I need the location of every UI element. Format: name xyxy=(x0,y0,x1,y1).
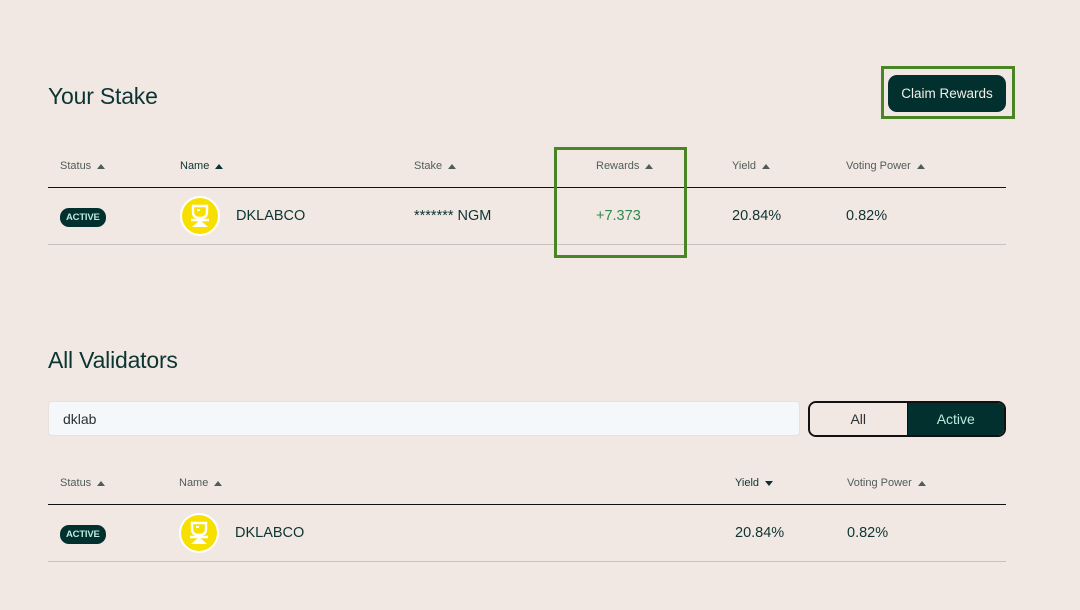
column-label: Name xyxy=(179,477,209,489)
column-label: Status xyxy=(60,160,92,172)
validator-avatar xyxy=(180,196,220,236)
column-header-yield[interactable]: Yield xyxy=(735,477,774,489)
validators-table: Status Name Yield Voting Power ACTIVE DK… xyxy=(48,465,1006,562)
sort-desc-icon xyxy=(765,480,774,486)
filter-all-button[interactable]: All xyxy=(810,403,908,435)
sort-asc-icon xyxy=(214,480,223,486)
validator-logo-icon xyxy=(191,204,209,227)
column-label: Yield xyxy=(732,160,757,172)
stake-table-header: Status Name Stake Rewards Yield Voting P… xyxy=(48,148,1006,188)
status-badge: ACTIVE xyxy=(60,525,106,544)
column-header-yield[interactable]: Yield xyxy=(732,160,771,172)
column-header-status[interactable]: Status xyxy=(60,160,106,172)
sort-asc-icon xyxy=(448,163,457,169)
sort-asc-icon xyxy=(917,480,926,486)
column-label: Yield xyxy=(735,477,760,489)
column-header-voting-power[interactable]: Voting Power xyxy=(847,477,926,489)
sort-asc-icon xyxy=(916,163,925,169)
your-stake-title: Your Stake xyxy=(48,83,158,109)
yield-value: 20.84% xyxy=(732,208,782,224)
validator-name: DKLABCO xyxy=(235,525,305,541)
column-header-stake[interactable]: Stake xyxy=(414,160,457,172)
column-label: Name xyxy=(180,160,210,172)
column-label: Rewards xyxy=(596,160,640,172)
validator-avatar xyxy=(179,513,219,553)
sort-asc-icon xyxy=(762,163,771,169)
table-row[interactable]: ACTIVE DKLABCO 20.84% 0.82% xyxy=(48,505,1006,562)
column-label: Stake xyxy=(414,160,443,172)
validator-logo-icon xyxy=(190,521,208,544)
column-header-status[interactable]: Status xyxy=(60,477,106,489)
column-label: Status xyxy=(60,477,92,489)
status-badge: ACTIVE xyxy=(60,208,106,227)
column-header-rewards[interactable]: Rewards xyxy=(596,160,654,172)
stake-amount: ******* NGM xyxy=(414,208,492,224)
validator-name-cell[interactable]: DKLABCO xyxy=(179,513,304,553)
table-row[interactable]: ACTIVE DKLABCO ******* NGM +7.373 20.84%… xyxy=(48,188,1006,245)
column-header-name[interactable]: Name xyxy=(180,160,224,172)
claim-rewards-button[interactable]: Claim Rewards xyxy=(888,75,1006,112)
all-validators-title: All Validators xyxy=(48,347,178,373)
status-filter-toggle: All Active xyxy=(808,401,1006,437)
column-header-name[interactable]: Name xyxy=(179,477,223,489)
voting-power-value: 0.82% xyxy=(847,525,889,541)
sort-asc-icon xyxy=(97,480,106,486)
validator-name: DKLABCO xyxy=(236,208,306,224)
sort-asc-icon xyxy=(97,163,106,169)
sort-asc-icon xyxy=(645,163,654,169)
yield-value: 20.84% xyxy=(735,525,785,541)
column-label: Voting Power xyxy=(846,160,911,172)
column-label: Voting Power xyxy=(847,477,912,489)
voting-power-value: 0.82% xyxy=(846,208,888,224)
validator-name-cell[interactable]: DKLABCO xyxy=(180,196,305,236)
validators-table-header: Status Name Yield Voting Power xyxy=(48,465,1006,505)
stake-table: Status Name Stake Rewards Yield Voting P… xyxy=(48,148,1006,245)
validator-search-input[interactable] xyxy=(48,401,800,436)
rewards-amount: +7.373 xyxy=(596,208,641,224)
sort-asc-icon xyxy=(215,163,224,169)
filter-active-button[interactable]: Active xyxy=(907,403,1004,435)
column-header-voting-power[interactable]: Voting Power xyxy=(846,160,925,172)
